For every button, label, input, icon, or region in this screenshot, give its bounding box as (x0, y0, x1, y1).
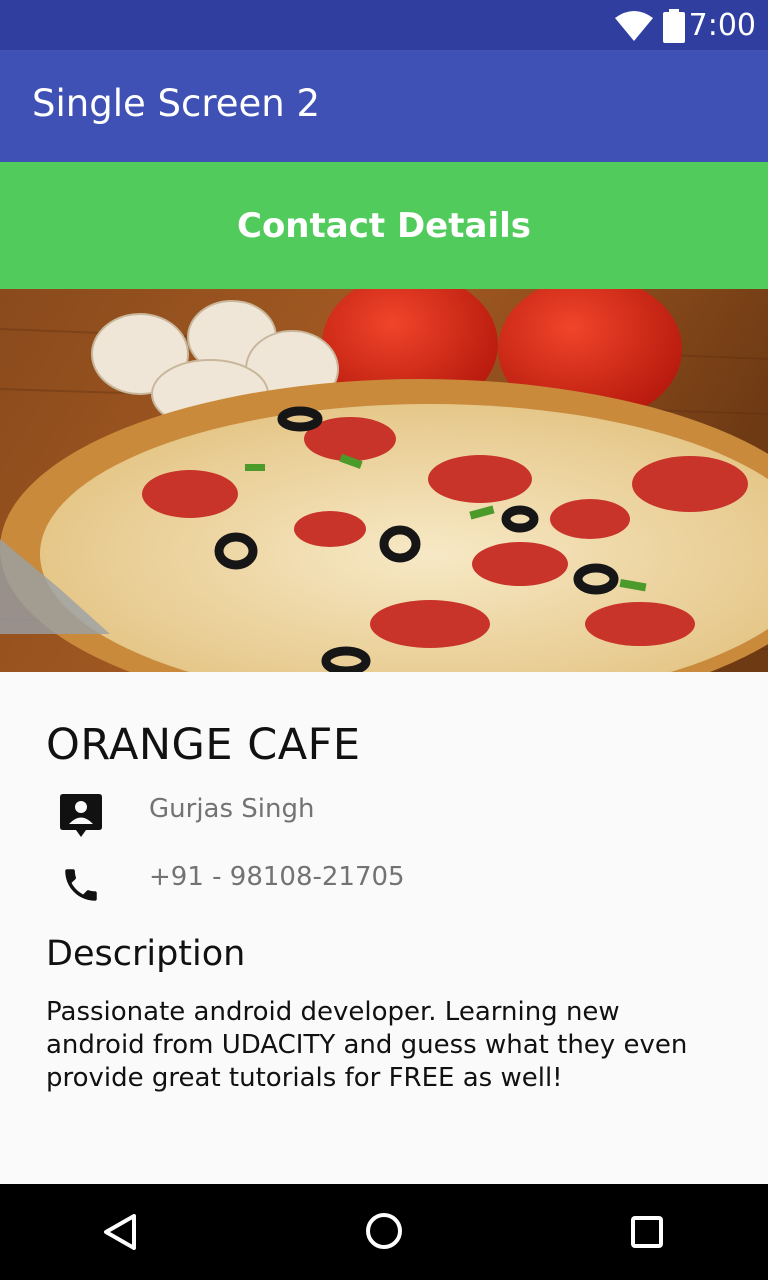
description-heading: Description (46, 934, 246, 974)
battery-icon (662, 9, 686, 47)
contact-details-label: Contact Details (237, 205, 531, 246)
status-time: 7:00 (688, 8, 756, 43)
status-bar: 7:00 (0, 0, 768, 50)
app-bar: Single Screen 2 (0, 50, 768, 162)
cafe-name: ORANGE CAFE (46, 720, 361, 770)
navigation-bar (0, 1184, 768, 1280)
pizza-photo (0, 289, 768, 672)
contact-person-icon (60, 794, 102, 842)
wifi-icon (614, 10, 654, 46)
phone-number[interactable]: +91 - 98108-21705 (149, 862, 405, 892)
contact-details-button[interactable]: Contact Details (0, 162, 768, 289)
phone-icon[interactable] (60, 864, 102, 910)
app-title: Single Screen 2 (32, 82, 321, 125)
description-text: Passionate android developer. Learning n… (46, 997, 688, 1093)
back-icon[interactable] (100, 1212, 140, 1256)
home-icon[interactable] (364, 1211, 404, 1255)
contact-person-name: Gurjas Singh (149, 794, 315, 824)
recents-icon[interactable] (630, 1215, 666, 1255)
cafe-details: ORANGE CAFE Gurjas Singh +91 - 98108-217… (0, 672, 768, 1184)
